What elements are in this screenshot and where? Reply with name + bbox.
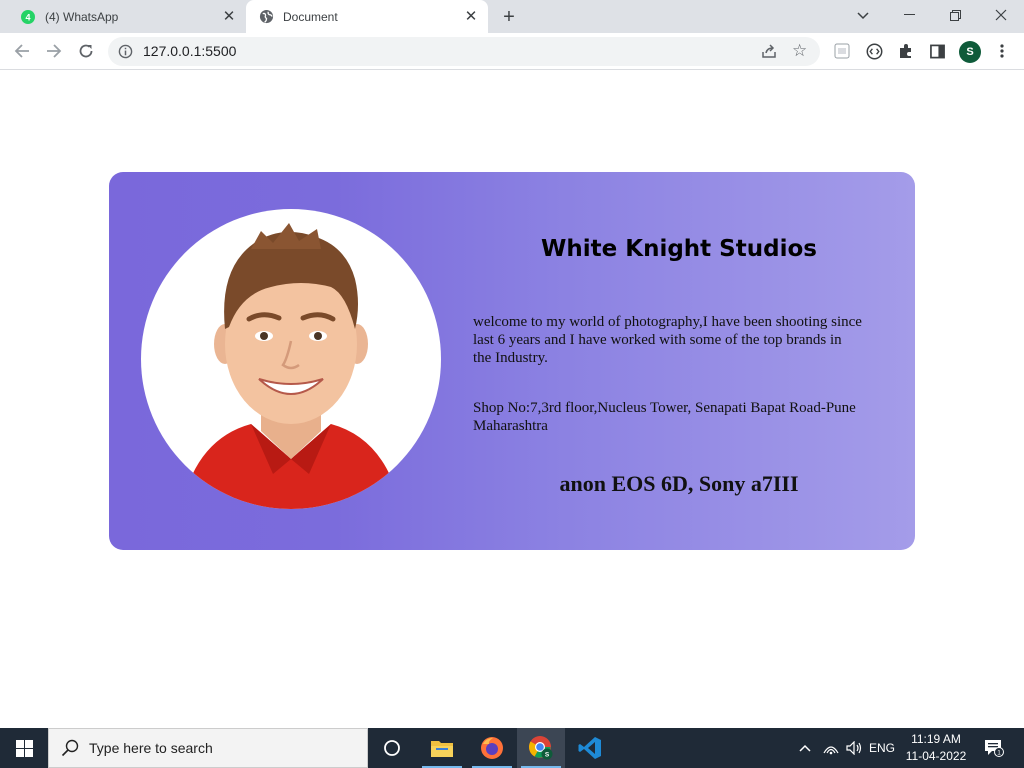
- studio-title: White Knight Studios: [541, 236, 817, 262]
- menu-kebab-icon[interactable]: [993, 42, 1011, 60]
- tab-strip: 4 (4) WhatsApp ✕ Document ✕ +: [0, 0, 1024, 33]
- extensions-puzzle-icon[interactable]: [897, 42, 915, 60]
- svg-text:1: 1: [997, 750, 1001, 757]
- studio-description: welcome to my world of photography,I hav…: [473, 314, 862, 366]
- site-info-icon[interactable]: [118, 44, 133, 59]
- page-content: White Knight Studios welcome to my world…: [0, 71, 1024, 728]
- url-text: 127.0.0.1:5500: [143, 43, 237, 59]
- vscode-icon[interactable]: [566, 728, 614, 768]
- bookmark-star-icon[interactable]: ☆: [792, 42, 810, 60]
- whatsapp-icon: 4: [20, 9, 36, 25]
- windows-taskbar: Type here to search S ENG 11:19 AM 11-04…: [0, 728, 1024, 768]
- reload-icon[interactable]: [75, 40, 97, 62]
- profile-photo: [141, 209, 441, 509]
- profile-avatar[interactable]: S: [959, 41, 981, 63]
- file-explorer-icon[interactable]: [418, 728, 466, 768]
- clock-time: 11:19 AM: [911, 732, 961, 746]
- taskbar-clock[interactable]: 11:19 AM 11-04-2022: [900, 731, 972, 765]
- tab-title: Document: [283, 9, 338, 24]
- camera-gear: anon EOS 6D, Sony a7III: [559, 471, 799, 496]
- restore-button[interactable]: [932, 0, 978, 30]
- side-panel-icon[interactable]: [928, 42, 946, 60]
- back-arrow-icon[interactable]: [11, 40, 33, 62]
- task-view-icon[interactable]: [368, 728, 416, 768]
- notification-icon[interactable]: 1: [980, 728, 1008, 768]
- forward-arrow-icon[interactable]: [43, 40, 65, 62]
- wifi-icon[interactable]: [820, 728, 842, 768]
- close-tab-icon[interactable]: ✕: [463, 8, 479, 25]
- studio-address: Shop No:7,3rd floor,Nucleus Tower, Senap…: [473, 400, 856, 434]
- tab-title: (4) WhatsApp: [45, 9, 119, 24]
- extension-icon[interactable]: [833, 42, 851, 60]
- globe-icon: [258, 9, 274, 25]
- browser-window: 4 (4) WhatsApp ✕ Document ✕ + 127.0.0.1:…: [0, 0, 1024, 728]
- svg-text:4: 4: [25, 12, 30, 22]
- address-bar[interactable]: 127.0.0.1:5500 ☆: [108, 37, 820, 66]
- language-indicator[interactable]: ENG: [866, 728, 898, 768]
- taskbar-search-box[interactable]: Type here to search: [48, 728, 368, 768]
- svg-text:S: S: [545, 752, 550, 759]
- tab-search-icon[interactable]: [852, 6, 874, 26]
- browser-toolbar: 127.0.0.1:5500 ☆ S: [0, 33, 1024, 70]
- search-icon: [61, 739, 79, 757]
- clock-date: 11-04-2022: [905, 749, 967, 763]
- tab-whatsapp[interactable]: 4 (4) WhatsApp ✕: [8, 0, 246, 33]
- studio-card: White Knight Studios welcome to my world…: [109, 172, 915, 550]
- tab-document[interactable]: Document ✕: [246, 0, 488, 33]
- new-tab-button[interactable]: +: [498, 6, 520, 28]
- code-extension-icon[interactable]: [865, 42, 883, 60]
- search-placeholder: Type here to search: [89, 740, 213, 756]
- chevron-up-icon[interactable]: [795, 728, 815, 768]
- close-window-button[interactable]: [978, 0, 1024, 30]
- minimize-button[interactable]: [886, 0, 932, 30]
- firefox-icon[interactable]: [468, 728, 516, 768]
- chrome-icon[interactable]: S: [517, 728, 565, 768]
- share-icon[interactable]: [761, 43, 779, 61]
- windows-start-icon[interactable]: [0, 728, 48, 768]
- close-tab-icon[interactable]: ✕: [221, 8, 237, 25]
- volume-icon[interactable]: [843, 728, 865, 768]
